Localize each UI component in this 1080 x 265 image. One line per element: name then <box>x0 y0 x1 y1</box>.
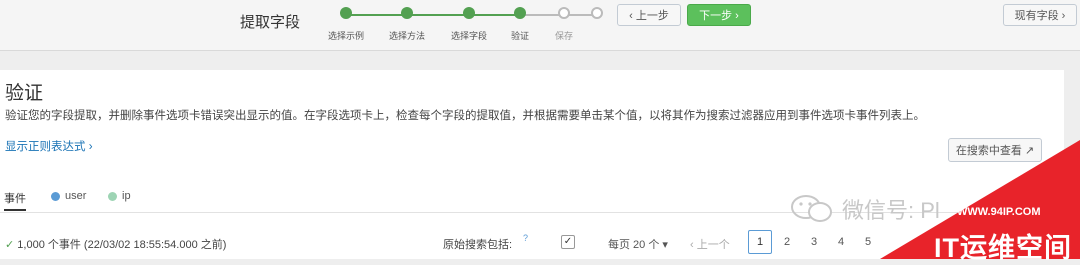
step-label-select-fields: 选择字段 <box>450 31 488 41</box>
watermark-text: 微信号: Pl <box>842 198 940 223</box>
show-regex-link[interactable]: 显示正则表达式 › <box>5 138 93 154</box>
page-5[interactable]: 5 <box>856 230 880 254</box>
tab-ip-label: ip <box>122 190 131 202</box>
raw-search-checkbox[interactable]: ✓ <box>561 235 575 249</box>
success-check-icon: ✓ <box>5 239 15 251</box>
step-dot-select-example <box>340 7 352 19</box>
step-dot-select-fields <box>463 7 475 19</box>
raw-search-label: 原始搜索包括: <box>443 239 513 251</box>
page-1[interactable]: 1 <box>748 230 772 254</box>
step-dot-save <box>558 7 570 19</box>
step-dot-select-method <box>401 7 413 19</box>
page-2[interactable]: 2 <box>775 230 799 254</box>
tab-user-label: user <box>65 190 87 202</box>
view-in-search-button[interactable]: 在搜索中查看 ↗ <box>948 138 1042 162</box>
page-3[interactable]: 3 <box>802 230 826 254</box>
step-label-validate: 验证 <box>510 31 530 41</box>
user-field-color-dot <box>51 191 60 201</box>
help-icon[interactable]: ? <box>523 233 528 243</box>
results-toolbar: ✓ 1,000 个事件 (22/03/02 18:55:54.000 之前) 原… <box>0 230 1064 258</box>
pagination-prev[interactable]: ‹ 上一个 <box>690 236 730 252</box>
per-page-dropdown[interactable]: 每页 20 个 ▾ <box>608 236 668 252</box>
watermark-site-name: IT运维空间 <box>934 233 1072 263</box>
step-dot-final <box>591 7 603 19</box>
wizard-steps: 选择示例 选择方法 选择字段 验证 保存 <box>328 5 618 45</box>
page-title: 验证 <box>5 83 44 104</box>
page-description: 验证您的字段提取，并删除事件选项卡错误突出显示的值。在字段选项卡上，检查每个字段… <box>5 110 925 122</box>
event-count-text: 1,000 个事件 (22/03/02 18:55:54.000 之前) <box>17 239 227 251</box>
tab-events-label: 事件 <box>4 193 26 205</box>
previous-step-button[interactable]: ‹ 上一步 <box>617 4 681 26</box>
step-dot-validate <box>514 7 526 19</box>
watermark-url: WWW.94IP.COM <box>957 206 1041 218</box>
ip-field-color-dot <box>108 191 117 201</box>
tab-user[interactable]: user <box>51 190 86 202</box>
existing-fields-button[interactable]: 现有字段 › <box>1003 4 1077 26</box>
step-label-save: 保存 <box>554 31 574 41</box>
page-4[interactable]: 4 <box>829 230 853 254</box>
wizard-header: 提取字段 选择示例 选择方法 选择字段 验证 保存 ‹ 上一步 下一步 › 现有… <box>0 0 1080 51</box>
event-count: ✓ 1,000 个事件 (22/03/02 18:55:54.000 之前) <box>5 236 226 252</box>
wizard-title: 提取字段 <box>240 14 301 31</box>
progress-line-done <box>346 14 538 16</box>
tab-events[interactable]: 事件 <box>4 190 26 206</box>
step-label-select-example: 选择示例 <box>327 31 365 41</box>
next-step-button[interactable]: 下一步 › <box>687 4 751 26</box>
step-label-select-method: 选择方法 <box>388 31 426 41</box>
wechat-icon <box>791 195 832 222</box>
tab-ip[interactable]: ip <box>108 190 131 202</box>
validate-panel: 验证 验证您的字段提取，并删除事件选项卡错误突出显示的值。在字段选项卡上，检查每… <box>0 70 1064 259</box>
active-tab-indicator <box>4 209 26 211</box>
